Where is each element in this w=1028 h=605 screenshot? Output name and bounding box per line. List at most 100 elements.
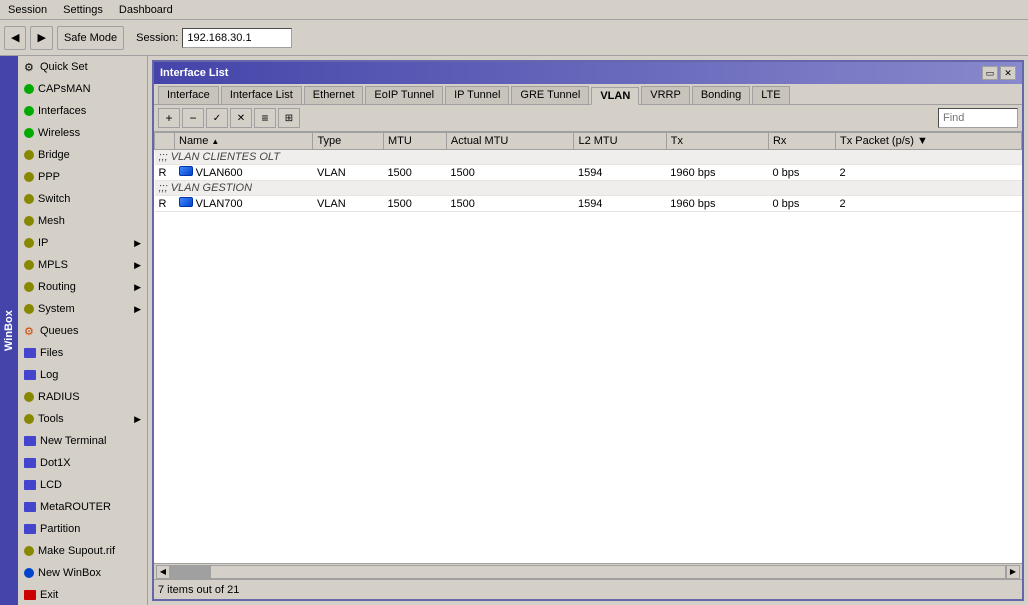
tab-bonding[interactable]: Bonding	[692, 86, 750, 104]
safe-mode-button[interactable]: Safe Mode	[57, 26, 124, 50]
window-titlebar: Interface List ▭ ✕	[154, 62, 1022, 84]
col-tx[interactable]: Tx	[666, 133, 768, 150]
sidebar-item-label: MPLS	[38, 259, 68, 271]
sidebar-item-new-terminal[interactable]: New Terminal	[18, 430, 147, 452]
sidebar-item-mpls[interactable]: MPLS	[18, 254, 147, 276]
sidebar-item-partition[interactable]: Partition	[18, 518, 147, 540]
row-type: VLAN	[313, 165, 384, 181]
session-input[interactable]	[182, 28, 292, 48]
tab-eoip-tunnel[interactable]: EoIP Tunnel	[365, 86, 443, 104]
sidebar-item-label: Partition	[40, 523, 80, 535]
scroll-right-button[interactable]: ▶	[1006, 565, 1020, 579]
group-row-vlan-gestion: ;;; VLAN GESTION	[155, 181, 1022, 196]
row-flag: R	[155, 165, 175, 181]
col-flag[interactable]	[155, 133, 175, 150]
sidebar-item-queues[interactable]: ⚙ Queues	[18, 320, 147, 342]
sidebar-item-new-winbox[interactable]: New WinBox	[18, 562, 147, 584]
wireless-icon	[24, 128, 34, 138]
menu-settings[interactable]: Settings	[55, 2, 111, 18]
sidebar-item-label: Quick Set	[40, 61, 88, 73]
col-rx[interactable]: Rx	[768, 133, 835, 150]
col-type[interactable]: Type	[313, 133, 384, 150]
add-button[interactable]: +	[158, 108, 180, 128]
sidebar-item-label: Dot1X	[40, 457, 71, 469]
sidebar-item-label: Interfaces	[38, 105, 86, 117]
row-type: VLAN	[313, 196, 384, 212]
sidebar-item-capsman[interactable]: CAPsMAN	[18, 78, 147, 100]
sidebar-item-ip[interactable]: IP	[18, 232, 147, 254]
row-rx: 0 bps	[768, 165, 835, 181]
sidebar-item-log[interactable]: Log	[18, 364, 147, 386]
sidebar-item-wireless[interactable]: Wireless	[18, 122, 147, 144]
table-row[interactable]: R VLAN700 VLAN 1500 1500 1594 1	[155, 196, 1022, 212]
group-row-vlan-clientes: ;;; VLAN CLIENTES OLT	[155, 150, 1022, 165]
ip-icon	[24, 238, 34, 248]
sidebar-item-bridge[interactable]: Bridge	[18, 144, 147, 166]
sidebar-item-metarouter[interactable]: MetaROUTER	[18, 496, 147, 518]
sidebar-item-mesh[interactable]: Mesh	[18, 210, 147, 232]
col-tx-packet[interactable]: Tx Packet (p/s) ▼	[835, 133, 1021, 150]
tab-vrrp[interactable]: VRRP	[641, 86, 690, 104]
horizontal-scrollbar[interactable]: ◀ ▶	[154, 563, 1022, 579]
sidebar-item-label: Exit	[40, 589, 58, 601]
tab-interface[interactable]: Interface	[158, 86, 219, 104]
row-name-text: VLAN600	[196, 167, 243, 179]
sidebar-item-radius[interactable]: RADIUS	[18, 386, 147, 408]
col-actual-mtu[interactable]: Actual MTU	[446, 133, 574, 150]
sidebar-item-lcd[interactable]: LCD	[18, 474, 147, 496]
tab-interface-list[interactable]: Interface List	[221, 86, 302, 104]
sidebar-item-ppp[interactable]: PPP	[18, 166, 147, 188]
sidebar-item-dot1x[interactable]: Dot1X	[18, 452, 147, 474]
routing-icon	[24, 282, 34, 292]
tab-ip-tunnel[interactable]: IP Tunnel	[445, 86, 509, 104]
col-l2-mtu[interactable]: L2 MTU	[574, 133, 666, 150]
tab-lte[interactable]: LTE	[752, 86, 789, 104]
sidebar-item-label: PPP	[38, 171, 60, 183]
table-row[interactable]: R VLAN600 VLAN 1500 1500 1594 1	[155, 165, 1022, 181]
tab-ethernet[interactable]: Ethernet	[304, 86, 364, 104]
action-bar: + − ✓ ✕ ≡ ⊞	[154, 105, 1022, 132]
sidebar-item-label: Routing	[38, 281, 76, 293]
sidebar-item-make-supout[interactable]: Make Supout.rif	[18, 540, 147, 562]
col-mtu[interactable]: MTU	[383, 133, 446, 150]
menu-dashboard[interactable]: Dashboard	[111, 2, 181, 18]
log-icon	[24, 370, 36, 380]
sidebar-item-label: Log	[40, 369, 58, 381]
sidebar-item-files[interactable]: Files	[18, 342, 147, 364]
sidebar-item-label: Files	[40, 347, 63, 359]
forward-button[interactable]: ▶	[30, 26, 52, 50]
window-close-button[interactable]: ✕	[1000, 66, 1016, 80]
sidebar-item-quick-set[interactable]: ⚙ Quick Set	[18, 56, 147, 78]
enable-button[interactable]: ✓	[206, 108, 228, 128]
scroll-left-button[interactable]: ◀	[156, 565, 170, 579]
toolbar: ◀ ▶ Safe Mode Session:	[0, 20, 1028, 56]
sidebar-item-system[interactable]: System	[18, 298, 147, 320]
sidebar-item-switch[interactable]: Switch	[18, 188, 147, 210]
tab-gre-tunnel[interactable]: GRE Tunnel	[511, 86, 589, 104]
disable-button[interactable]: ✕	[230, 108, 252, 128]
terminal-icon	[24, 436, 36, 446]
group-label-vlan-clientes: ;;; VLAN CLIENTES OLT	[155, 150, 1022, 165]
sidebar-item-label: MetaROUTER	[40, 501, 111, 513]
sidebar-item-routing[interactable]: Routing	[18, 276, 147, 298]
window-restore-button[interactable]: ▭	[982, 66, 998, 80]
comment-button[interactable]: ≡	[254, 108, 276, 128]
col-name[interactable]: Name ▲	[175, 133, 313, 150]
sidebar: ⚙ Quick Set CAPsMAN Interfaces Wireless …	[18, 56, 148, 605]
window-controls: ▭ ✕	[982, 66, 1016, 80]
back-button[interactable]: ◀	[4, 26, 26, 50]
row-name-text: VLAN700	[196, 198, 243, 210]
find-input[interactable]	[938, 108, 1018, 128]
exit-icon	[24, 590, 36, 600]
sidebar-item-exit[interactable]: Exit	[18, 584, 147, 605]
filter-button[interactable]: ⊞	[278, 108, 300, 128]
sidebar-item-interfaces[interactable]: Interfaces	[18, 100, 147, 122]
tab-vlan[interactable]: VLAN	[591, 87, 639, 105]
sidebar-item-tools[interactable]: Tools	[18, 408, 147, 430]
menu-session[interactable]: Session	[0, 2, 55, 18]
sidebar-item-label: Switch	[38, 193, 70, 205]
scroll-track[interactable]	[170, 565, 1006, 579]
remove-button[interactable]: −	[182, 108, 204, 128]
scroll-thumb[interactable]	[171, 566, 211, 578]
sidebar-item-label: Mesh	[38, 215, 65, 227]
